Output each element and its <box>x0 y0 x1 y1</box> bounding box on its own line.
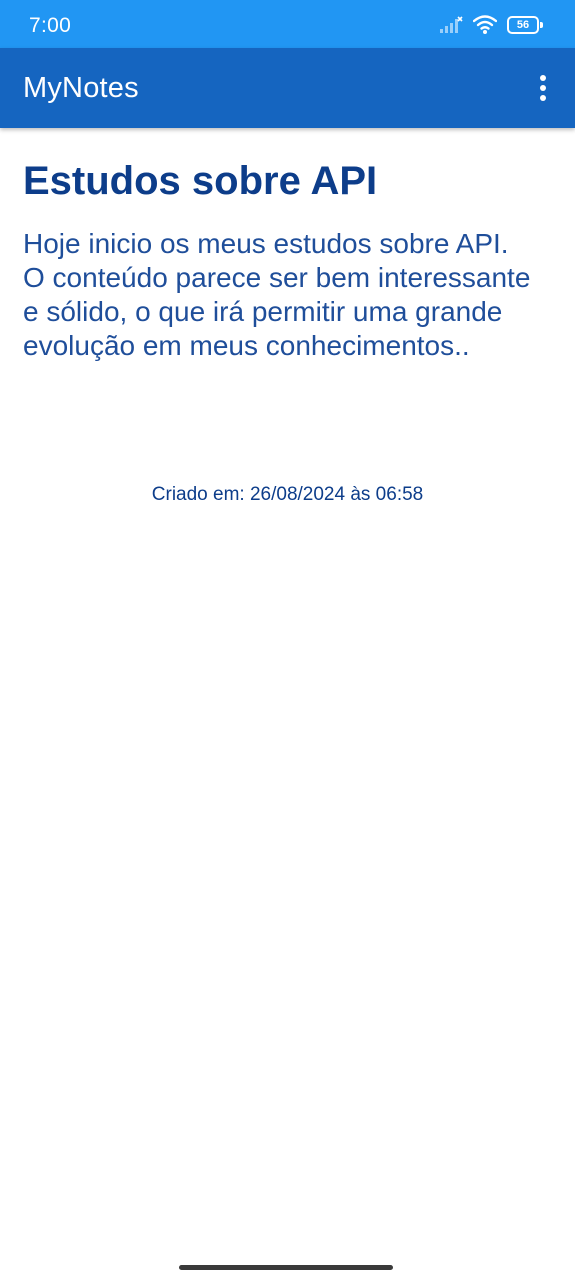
app-bar: MyNotes <box>0 48 575 128</box>
note-title: Estudos sobre API <box>23 159 378 203</box>
app-title: MyNotes <box>23 72 139 104</box>
status-bar: 7:00 56 <box>0 0 575 48</box>
wifi-icon <box>473 15 497 34</box>
gesture-nav-handle[interactable] <box>179 1265 393 1270</box>
status-icons: 56 <box>439 14 543 36</box>
battery-icon: 56 <box>507 16 543 34</box>
status-time: 7:00 <box>29 14 72 37</box>
note-created-date: Criado em: 26/08/2024 às 06:58 <box>151 484 424 505</box>
signal-icon <box>440 16 463 33</box>
more-vert-icon[interactable] <box>525 70 561 106</box>
note-body: Hoje inicio os meus estudos sobre API. O… <box>23 228 531 361</box>
battery-level-text: 56 <box>516 18 530 31</box>
note-content: Estudos sobre API Hoje inicio os meus es… <box>23 128 553 363</box>
